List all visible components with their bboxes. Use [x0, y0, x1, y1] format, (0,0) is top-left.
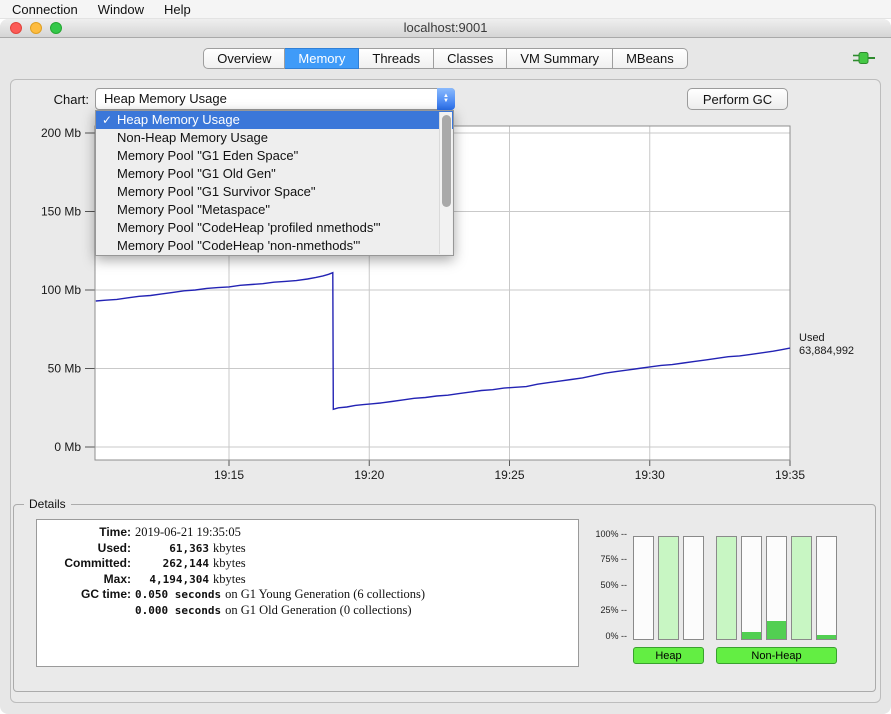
svg-text:200 Mb: 200 Mb [41, 126, 81, 140]
percent-tick-label: 25% -- [600, 605, 627, 615]
details-row-used: Used:61,363kbytes [45, 541, 570, 557]
svg-text:19:25: 19:25 [494, 468, 524, 482]
menu-window[interactable]: Window [88, 2, 154, 17]
menu-bar: Connection Window Help [0, 0, 891, 19]
connection-status-icon [853, 51, 875, 70]
dropdown-item[interactable]: Memory Pool "CodeHeap 'profiled nmethods… [96, 219, 453, 237]
tab-memory[interactable]: Memory [285, 48, 359, 69]
heap-bar-group [633, 536, 704, 640]
traffic-lights [10, 22, 62, 34]
down-arrow-icon: ▼ [443, 99, 449, 104]
pool-bar [633, 536, 654, 640]
nonheap-bar-group [716, 536, 837, 640]
nonheap-button[interactable]: Non-Heap [716, 647, 837, 664]
dropdown-item[interactable]: Memory Pool "Metaspace" [96, 201, 453, 219]
check-icon: ✓ [102, 111, 117, 129]
menu-help[interactable]: Help [154, 2, 201, 17]
svg-text:19:35: 19:35 [775, 468, 805, 482]
title-bar[interactable]: localhost:9001 [0, 19, 891, 38]
dropdown-item-label: Memory Pool "CodeHeap 'profiled nmethods… [117, 220, 381, 235]
chart-label: Chart: [33, 92, 89, 107]
perform-gc-button[interactable]: Perform GC [687, 88, 788, 110]
svg-text:63,884,992: 63,884,992 [799, 345, 854, 357]
dropdown-item[interactable]: Memory Pool "G1 Eden Space" [96, 147, 453, 165]
pool-bar [791, 536, 812, 640]
combo-arrows-icon: ▲ ▼ [437, 88, 455, 110]
dropdown-item[interactable]: ✓Heap Memory Usage [96, 111, 453, 129]
svg-text:50 Mb: 50 Mb [48, 362, 82, 376]
chart-select[interactable]: Heap Memory Usage ▲ ▼ [95, 88, 455, 110]
minimize-button[interactable] [30, 22, 42, 34]
details-row-time: Time:2019-06-21 19:35:05 [45, 525, 570, 541]
pool-bar [741, 536, 762, 640]
window-title: localhost:9001 [0, 19, 891, 37]
dropdown-item-label: Non-Heap Memory Usage [117, 130, 268, 145]
dropdown-item-label: Memory Pool "CodeHeap 'non-nmethods'" [117, 238, 360, 253]
pool-buttons: Heap Non-Heap [633, 647, 837, 664]
dropdown-scrollbar[interactable] [439, 112, 452, 254]
dropdown-item-label: Memory Pool "G1 Eden Space" [117, 148, 298, 163]
tab-overview[interactable]: Overview [203, 48, 285, 69]
percent-tick-label: 0% -- [605, 631, 627, 641]
percent-tick-label: 100% -- [595, 529, 627, 539]
percent-tick-label: 75% -- [600, 554, 627, 564]
pool-bar [658, 536, 679, 640]
pool-bar [716, 536, 737, 640]
scrollbar-thumb[interactable] [442, 115, 451, 207]
details-legend: Details [24, 497, 71, 511]
percent-axis: 100% -- 75% -- 50% -- 25% -- 0% -- [593, 533, 627, 639]
details-row-gc-young: GC time:0.050 secondson G1 Young Generat… [45, 587, 570, 603]
tab-threads[interactable]: Threads [359, 48, 434, 69]
bar-groups [633, 536, 837, 640]
tab-classes[interactable]: Classes [434, 48, 507, 69]
tab-vm-summary[interactable]: VM Summary [507, 48, 613, 69]
app-window: localhost:9001 Overview Memory Threads C… [0, 19, 891, 714]
dropdown-item-label: Memory Pool "Metaspace" [117, 202, 270, 217]
svg-text:19:15: 19:15 [214, 468, 244, 482]
chart-select-value: Heap Memory Usage [104, 89, 227, 109]
svg-text:Used: Used [799, 332, 825, 344]
svg-text:19:30: 19:30 [635, 468, 665, 482]
svg-text:100 Mb: 100 Mb [41, 283, 81, 297]
close-button[interactable] [10, 22, 22, 34]
svg-text:0 Mb: 0 Mb [54, 440, 81, 454]
dropdown-item[interactable]: Memory Pool "G1 Survivor Space" [96, 183, 453, 201]
memory-pool-bars: 100% -- 75% -- 50% -- 25% -- 0% -- [593, 533, 837, 640]
dropdown-item-label: Memory Pool "G1 Survivor Space" [117, 184, 316, 199]
dropdown-item-label: Memory Pool "G1 Old Gen" [117, 166, 276, 181]
dropdown-item[interactable]: Memory Pool "G1 Old Gen" [96, 165, 453, 183]
tab-mbeans[interactable]: MBeans [613, 48, 688, 69]
dropdown-item[interactable]: Non-Heap Memory Usage [96, 129, 453, 147]
details-box: Time:2019-06-21 19:35:05 Used:61,363kbyt… [36, 519, 579, 667]
pool-bar [816, 536, 837, 640]
menu-connection[interactable]: Connection [2, 2, 88, 17]
svg-text:19:20: 19:20 [354, 468, 384, 482]
zoom-button[interactable] [50, 22, 62, 34]
details-row-max: Max:4,194,304kbytes [45, 572, 570, 588]
pool-bar [683, 536, 704, 640]
heap-button[interactable]: Heap [633, 647, 704, 664]
details-section: Details Time:2019-06-21 19:35:05 Used:61… [13, 504, 876, 692]
dropdown-item[interactable]: Memory Pool "CodeHeap 'non-nmethods'" [96, 237, 453, 255]
percent-tick-label: 50% -- [600, 580, 627, 590]
svg-text:150 Mb: 150 Mb [41, 205, 81, 219]
dropdown-item-label: Heap Memory Usage [117, 112, 240, 127]
tab-bar: Overview Memory Threads Classes VM Summa… [0, 38, 891, 77]
details-row-committed: Committed:262,144kbytes [45, 556, 570, 572]
memory-panel: Chart: Heap Memory Usage ▲ ▼ Perform GC … [10, 79, 881, 703]
pool-bar [766, 536, 787, 640]
chart-dropdown-menu: ✓Heap Memory Usage Non-Heap Memory Usage… [95, 110, 454, 256]
details-row-gc-old: 0.000 secondson G1 Old Generation (0 col… [45, 603, 570, 619]
